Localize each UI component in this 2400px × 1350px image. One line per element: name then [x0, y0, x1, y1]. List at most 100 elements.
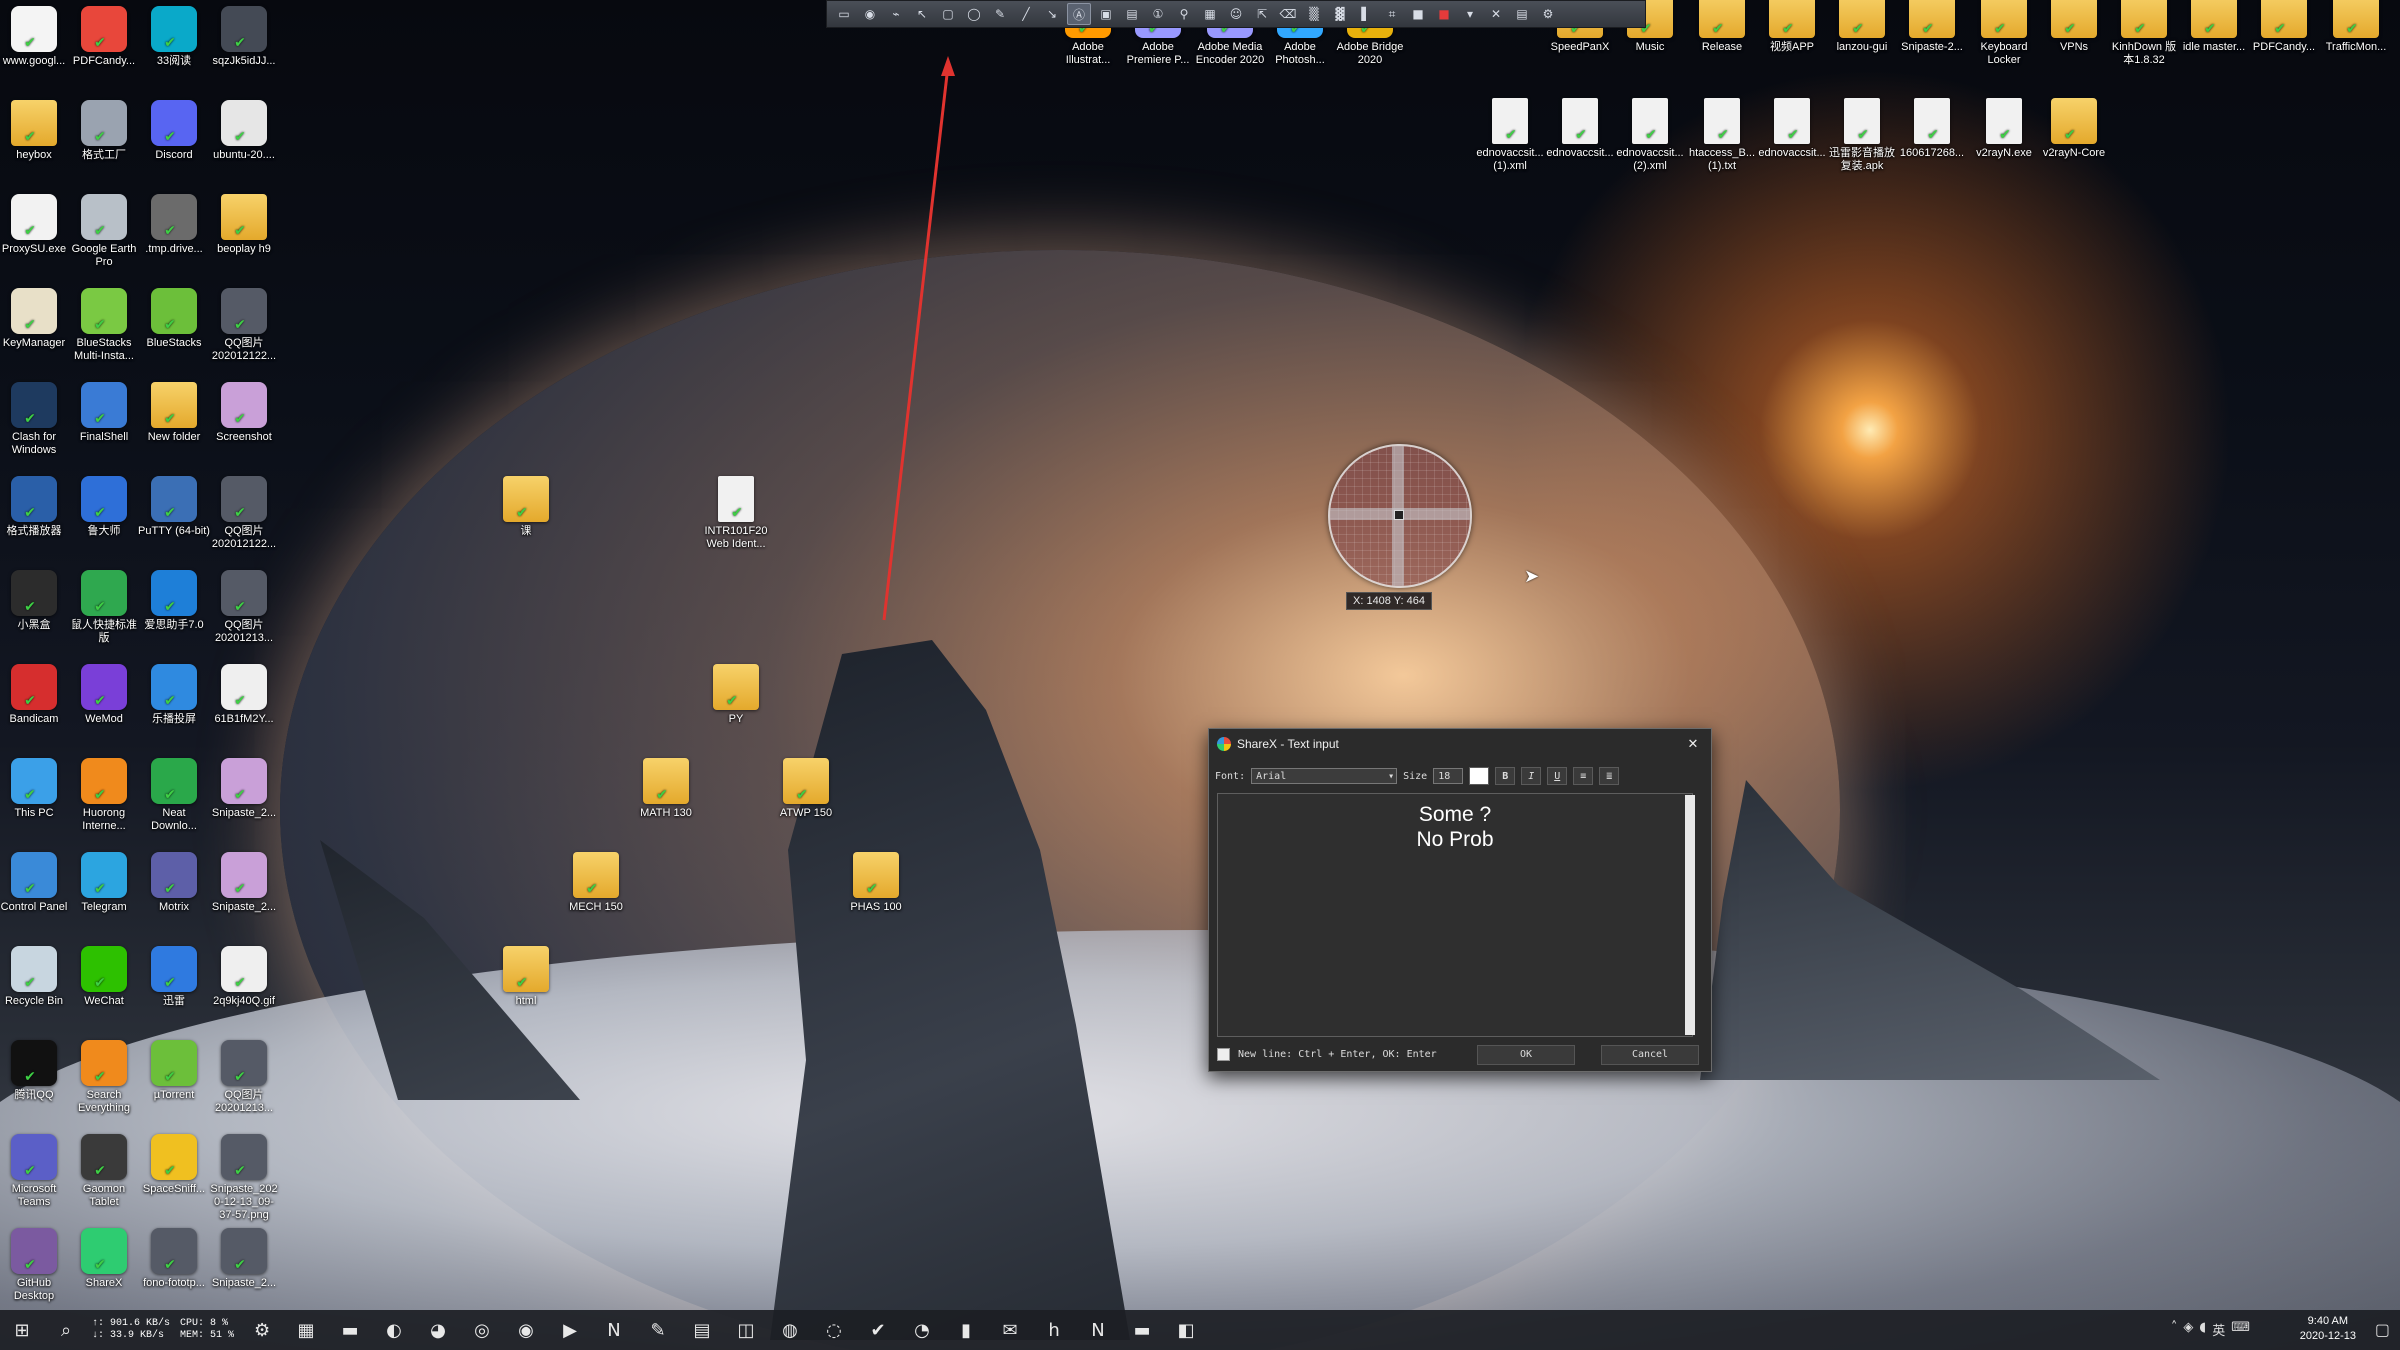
- cursor-tool-icon[interactable]: ⇱: [1251, 4, 1273, 24]
- desktop-icon[interactable]: ✔ KinhDown 版本1.8.32: [2108, 0, 2180, 67]
- start-button[interactable]: ⊞: [7, 1316, 37, 1344]
- underline-button[interactable]: U: [1547, 767, 1568, 785]
- github-icon[interactable]: ◔: [907, 1316, 937, 1344]
- chrome-icon[interactable]: ◎: [467, 1316, 497, 1344]
- desktop-icon[interactable]: ✔ html: [490, 946, 562, 1008]
- desktop-icon[interactable]: ✔ 腾讯QQ: [0, 1040, 70, 1102]
- ok-button[interactable]: OK: [1477, 1045, 1575, 1065]
- desktop-icon[interactable]: ✔ New folder: [138, 382, 210, 444]
- desktop-icon[interactable]: ✔ Discord: [138, 100, 210, 162]
- desktop-icon[interactable]: ✔ idle master...: [2178, 0, 2250, 54]
- pixelate-tool-icon[interactable]: ▓: [1329, 4, 1351, 24]
- ellipse-region-icon[interactable]: ◉: [859, 4, 881, 24]
- desktop-icon[interactable]: ✔ sqzJk5idJJ...: [208, 6, 280, 68]
- terminal-icon[interactable]: ▮: [951, 1316, 981, 1344]
- text-color-button[interactable]: [1469, 767, 1490, 785]
- sticker-tool-icon[interactable]: ☺: [1225, 4, 1247, 24]
- teams-icon[interactable]: ◧: [1171, 1316, 1201, 1344]
- desktop-icon[interactable]: ✔ Snipaste-2...: [1896, 0, 1968, 54]
- desktop-icon[interactable]: ✔ Snipaste_2...: [208, 1228, 280, 1290]
- settings-icon[interactable]: ⚙: [1537, 4, 1559, 24]
- size-spinner[interactable]: 18: [1433, 768, 1464, 784]
- speech-balloon-tool-icon[interactable]: ▤: [1121, 4, 1143, 24]
- desktop-icon[interactable]: ✔ Search Everything: [68, 1040, 140, 1115]
- desktop-icon[interactable]: ✔ TrafficMon...: [2320, 0, 2392, 54]
- text-input-area[interactable]: Some ? No Prob: [1217, 793, 1693, 1037]
- notification-icon[interactable]: ▢: [2375, 1320, 2390, 1339]
- desktop-icon[interactable]: ✔ QQ图片202012122...: [208, 476, 280, 551]
- desktop-icon[interactable]: ✔ 迅雷影音播放复装.apk: [1826, 98, 1898, 173]
- chevron-up-icon[interactable]: ˄: [2171, 1320, 2178, 1339]
- desktop-icon[interactable]: ✔ htaccess_B... (1).txt: [1686, 98, 1758, 173]
- desktop-icon[interactable]: ✔ 课: [490, 476, 562, 538]
- calendar-icon[interactable]: ▤: [687, 1316, 717, 1344]
- image-tool-icon[interactable]: ▦: [1199, 4, 1221, 24]
- desktop-icon[interactable]: ✔ Release: [1686, 0, 1758, 54]
- netflix-icon[interactable]: N: [1083, 1316, 1113, 1344]
- desktop-icon[interactable]: ✔ PDFCandy...: [2248, 0, 2320, 54]
- desktop-icon[interactable]: ✔ 鲁大师: [68, 476, 140, 538]
- desktop-icon[interactable]: ✔ 爱思助手7.0: [138, 570, 210, 632]
- desktop-icon[interactable]: ✔ GitHub Desktop: [0, 1228, 70, 1303]
- desktop-icon[interactable]: ✔ FinalShell: [68, 382, 140, 444]
- bold-button[interactable]: B: [1495, 767, 1516, 785]
- highlight-tool-icon[interactable]: ▌: [1355, 4, 1377, 24]
- text-scrollbar[interactable]: [1685, 795, 1695, 1035]
- desktop-icon[interactable]: ✔ 2q9kj40Q.gif: [208, 946, 280, 1008]
- robinhood-icon[interactable]: ✔: [863, 1316, 893, 1344]
- desktop-icon[interactable]: ✔ PuTTY (64-bit): [138, 476, 210, 538]
- desktop-icon[interactable]: ✔ Keyboard Locker: [1968, 0, 2040, 67]
- desktop-icon[interactable]: ✔ Gaomon Tablet: [68, 1134, 140, 1209]
- text-outline-tool-icon[interactable]: Ⓐ: [1067, 3, 1091, 25]
- option-checkbox[interactable]: [1217, 1047, 1230, 1061]
- desktop-icon[interactable]: ✔ Microsoft Teams: [0, 1134, 70, 1209]
- desktop-icon[interactable]: ✔ Huorong Interne...: [68, 758, 140, 833]
- desktop-icon[interactable]: ✔ v2rayN-Core: [2038, 98, 2110, 160]
- taskbar-clock[interactable]: 9:40 AM 2020-12-13: [2300, 1314, 2356, 1344]
- desktop-icon[interactable]: ✔ PY: [700, 664, 772, 726]
- desktop-icon[interactable]: ✔ Bandicam: [0, 664, 70, 726]
- select-tool-icon[interactable]: ↖: [911, 4, 933, 24]
- desktop-icon[interactable]: ✔ This PC: [0, 758, 70, 820]
- tool-options-icon[interactable]: ▾: [1459, 4, 1481, 24]
- desktop-icon[interactable]: ✔ www.googl...: [0, 6, 70, 68]
- desktop-icon[interactable]: ✔ Google Earth Pro: [68, 194, 140, 269]
- desktop-icon[interactable]: ✔ ShareX: [68, 1228, 140, 1290]
- desktop-icon[interactable]: ✔ BlueStacks: [138, 288, 210, 350]
- desktop-icon[interactable]: ✔ 小黑盒: [0, 570, 70, 632]
- arrow-tool-icon[interactable]: ↘: [1041, 4, 1063, 24]
- dialog-titlebar[interactable]: ShareX - Text input: [1209, 729, 1711, 759]
- desktop-icon[interactable]: ✔ Neat Downlo...: [138, 758, 210, 833]
- edge-icon[interactable]: ◐: [379, 1316, 409, 1344]
- outlook-icon[interactable]: ◫: [731, 1316, 761, 1344]
- settings-icon[interactable]: ⚙: [247, 1316, 277, 1344]
- rectangle-tool-icon[interactable]: ▢: [937, 4, 959, 24]
- font-select[interactable]: Arial ▾: [1251, 768, 1398, 784]
- network-icon[interactable]: ◈: [2183, 1320, 2193, 1339]
- desktop-icon[interactable]: ✔ VPNs: [2038, 0, 2110, 54]
- desktop-icon[interactable]: ✔ ednovaccsit... (1).xml: [1474, 98, 1546, 173]
- desktop-icon[interactable]: ✔ MATH 130: [630, 758, 702, 820]
- pen-icon[interactable]: ✎: [643, 1316, 673, 1344]
- smart-eraser-icon[interactable]: ⌫: [1277, 4, 1299, 24]
- align-options-button[interactable]: ≣: [1599, 767, 1620, 785]
- desktop-icon[interactable]: ✔ Screenshot: [208, 382, 280, 444]
- desktop-icon[interactable]: ✔ WeMod: [68, 664, 140, 726]
- line-tool-icon[interactable]: ╱: [1015, 4, 1037, 24]
- freehand-region-icon[interactable]: ⌁: [885, 4, 907, 24]
- desktop-icon[interactable]: ✔ SpaceSniff...: [138, 1134, 210, 1196]
- firefox-icon[interactable]: ◕: [423, 1316, 453, 1344]
- italic-button[interactable]: I: [1521, 767, 1542, 785]
- onenote-icon[interactable]: N: [599, 1316, 629, 1344]
- align-center-button[interactable]: ≡: [1573, 767, 1594, 785]
- desktop-icon[interactable]: ✔ Snipaste_2020-12-13_09-37-57.png: [208, 1134, 280, 1222]
- delete-icon[interactable]: ✕: [1485, 4, 1507, 24]
- desktop-icon[interactable]: ✔ 格式播放器: [0, 476, 70, 538]
- fill-color-icon[interactable]: ■: [1433, 4, 1455, 24]
- region-tool-icon[interactable]: ▭: [833, 4, 855, 24]
- hulu-icon[interactable]: h: [1039, 1316, 1069, 1344]
- desktop-icon[interactable]: ✔ 乐播投屏: [138, 664, 210, 726]
- close-button[interactable]: ✕: [1683, 733, 1703, 753]
- desktop-icon[interactable]: ✔ 鼠人快捷标准版: [68, 570, 140, 645]
- desktop-icon[interactable]: ✔ 格式工厂: [68, 100, 140, 162]
